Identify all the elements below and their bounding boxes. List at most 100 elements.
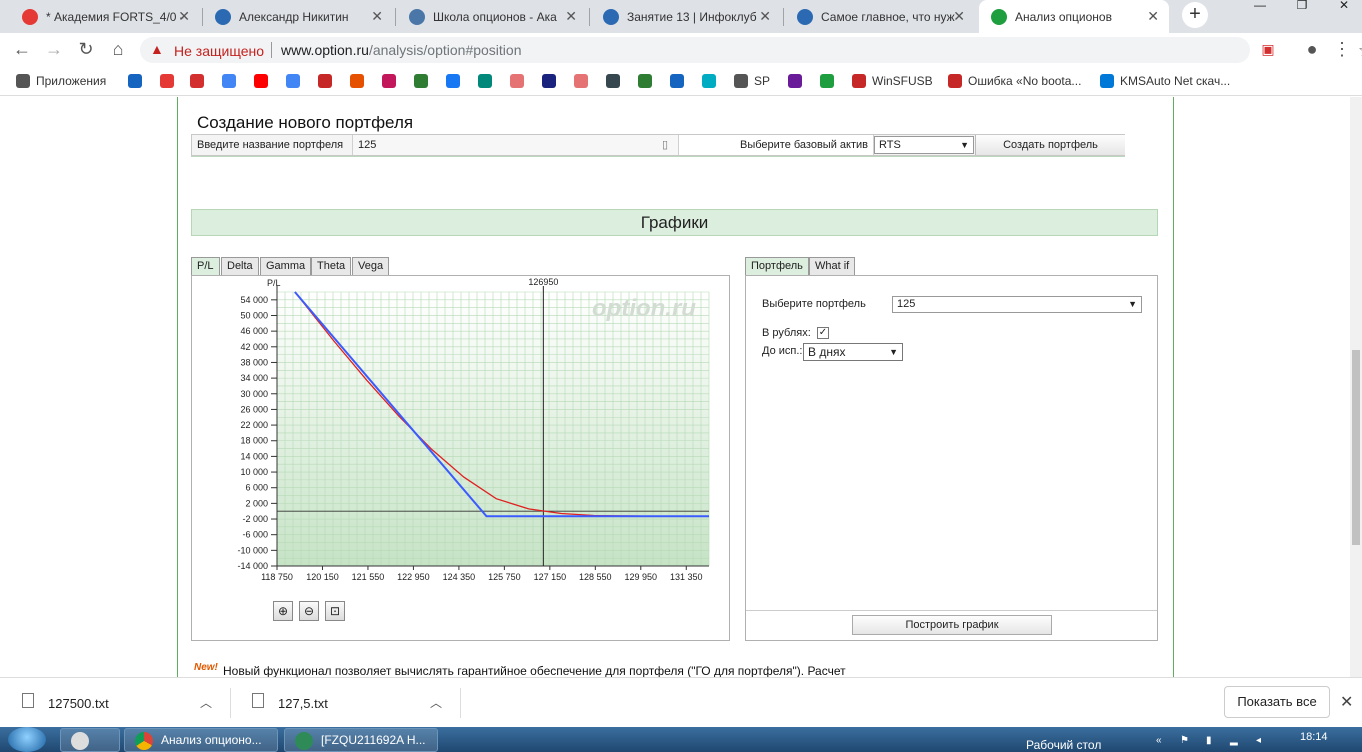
forward-icon[interactable]: → [42,38,66,62]
base-asset-select[interactable]: RTS ▼ [874,136,974,154]
portfolio-select[interactable]: 125 ▼ [892,296,1142,313]
not-secure-label[interactable]: Не защищено [174,43,264,59]
tray-flag-icon[interactable]: ⚑ [1180,735,1189,746]
bookmark-item[interactable] [542,73,562,89]
bookmark-item[interactable]: SP [734,73,770,89]
rub-checkbox[interactable]: ✓ [817,327,829,339]
back-icon[interactable]: ← [10,38,34,62]
y-tick-label: 26 000 [240,404,268,414]
chevron-up-icon[interactable]: ︿ [200,694,212,711]
tray-volume-icon[interactable]: ◂ [1256,735,1261,746]
close-tab-icon[interactable]: ✕ [759,8,771,25]
close-tab-icon[interactable]: ✕ [178,8,190,25]
to-expiry-select[interactable]: В днях ▼ [803,343,903,361]
bookmark-item[interactable] [190,73,210,89]
close-tab-icon[interactable]: ✕ [953,8,965,25]
bookmark-item[interactable] [160,73,180,89]
tab-label: Занятие 13 | Инфоклуб [627,9,757,24]
bookmark-item[interactable] [702,73,722,89]
bookmark-item[interactable] [222,73,242,89]
bookmark-item[interactable] [350,73,370,89]
browser-tab[interactable]: Школа опционов - Ака ✕ [397,0,587,33]
browser-tab[interactable]: Анализ опционов ✕ [979,0,1169,33]
scrollbar-thumb[interactable] [1352,350,1360,545]
bookmark-item[interactable] [286,73,306,89]
bookmark-item[interactable] [820,73,840,89]
tab-pl[interactable]: P/L [191,257,220,275]
account-icon[interactable]: ● [1300,38,1324,62]
minimize-button[interactable]: — [1248,0,1272,14]
star-icon[interactable]: ☆ [1358,41,1362,61]
tab-gamma[interactable]: Gamma [260,257,312,275]
tray-network-icon[interactable]: ▮ [1206,735,1212,746]
browser-tab[interactable]: * Академия FORTS_4/0 - ✕ [10,0,200,33]
y-tick-label: -2 000 [242,514,268,524]
page-scrollbar[interactable] [1350,97,1362,677]
clock-time[interactable]: 18:14 [1300,731,1328,743]
bookmark-item[interactable] [318,73,338,89]
file-icon [22,693,34,708]
chevron-up-icon[interactable]: ︿ [430,694,442,711]
home-icon[interactable]: ⌂ [106,38,130,62]
extension-icon[interactable]: ▣ [1256,38,1280,62]
close-tab-icon[interactable]: ✕ [565,8,577,25]
bookmark-item[interactable]: WinSFUSB [852,73,933,89]
show-all-downloads-button[interactable]: Показать все [1224,686,1330,718]
taskbar-item-tool[interactable] [60,728,120,752]
taskbar-item-app[interactable]: [FZQU211692A Н... [284,728,438,752]
close-tab-icon[interactable]: ✕ [1147,8,1159,25]
desktop-label[interactable]: Рабочий стол [1026,738,1101,752]
close-icon[interactable]: ✕ [1340,692,1353,712]
tab-what-if[interactable]: What if [809,257,856,275]
browser-tab[interactable]: Александр Никитин ✕ [203,0,393,33]
tab-portfolio[interactable]: Портфель [745,257,809,275]
bookmark-label: SP [754,74,771,88]
bookmark-item[interactable]: KMSAuto Net скач... [1100,73,1230,89]
start-button[interactable] [8,727,46,752]
bookmark-item[interactable] [788,73,808,89]
tab-theta[interactable]: Theta [311,257,352,275]
bookmark-item[interactable] [254,73,274,89]
build-chart-button[interactable]: Построить график [852,615,1052,635]
create-portfolio-button[interactable]: Создать портфель [975,135,1125,155]
to-expiry-value: В днях [808,345,846,359]
tab-delta[interactable]: Delta [221,257,259,275]
facebook-icon [446,74,460,88]
close-tab-icon[interactable]: ✕ [371,8,383,25]
browser-tab[interactable]: Занятие 13 | Инфоклуб ✕ [591,0,781,33]
bookmark-item[interactable] [478,73,498,89]
reload-icon[interactable]: ↻ [74,38,98,62]
zoom-out-icon[interactable]: ⊖ [299,601,319,621]
portfolio-name-input[interactable]: 125 ▯ [353,135,679,155]
zoom-fit-icon[interactable]: ⊡ [325,601,345,621]
url-text[interactable]: www.option.ru/analysis/option#position [281,42,521,58]
bookmark-item[interactable] [606,73,626,89]
bookmark-item[interactable] [574,73,594,89]
pl-chart[interactable]: option.ru 126950 P/L 54 000 50 000 46 000 42 0… [192,276,729,596]
download-item[interactable]: 127500.txt ︿ [0,678,230,728]
maximize-button[interactable]: ❐ [1290,0,1314,14]
taskbar-item-chrome[interactable]: Анализ опционо... [124,728,278,752]
download-item[interactable]: 127,5.txt ︿ [230,678,460,728]
y-tick-label: 42 000 [240,342,268,352]
bookmark-item[interactable] [128,73,148,89]
bookmark-item[interactable] [638,73,658,89]
bookmark-item[interactable] [670,73,690,89]
bookmark-item[interactable] [446,73,466,89]
address-bar[interactable]: ▲ Не защищено www.option.ru/analysis/opt… [140,37,1362,63]
bookmark-item[interactable]: Ошибка «No boota... [948,73,1081,89]
zoom-in-icon[interactable]: ⊕ [273,601,293,621]
new-tab-button[interactable]: + [1182,2,1208,28]
bookmark-item[interactable] [382,73,402,89]
r-icon [948,74,962,88]
bookmark-item[interactable] [414,73,434,89]
tray-signal-icon[interactable]: ▂ [1230,735,1238,746]
browser-tab[interactable]: Самое главное, что нуж ✕ [785,0,975,33]
browser-tab-strip: * Академия FORTS_4/0 - ✕ Александр Никитин… [0,0,1362,33]
tab-vega[interactable]: Vega [352,257,390,275]
tray-arrows-icon[interactable]: « [1156,735,1162,746]
menu-icon[interactable]: ⋮ [1330,38,1354,62]
bookmark-item[interactable]: Приложения [16,73,106,89]
bookmark-item[interactable] [510,73,530,89]
close-window-button[interactable]: ✕ [1332,0,1356,14]
